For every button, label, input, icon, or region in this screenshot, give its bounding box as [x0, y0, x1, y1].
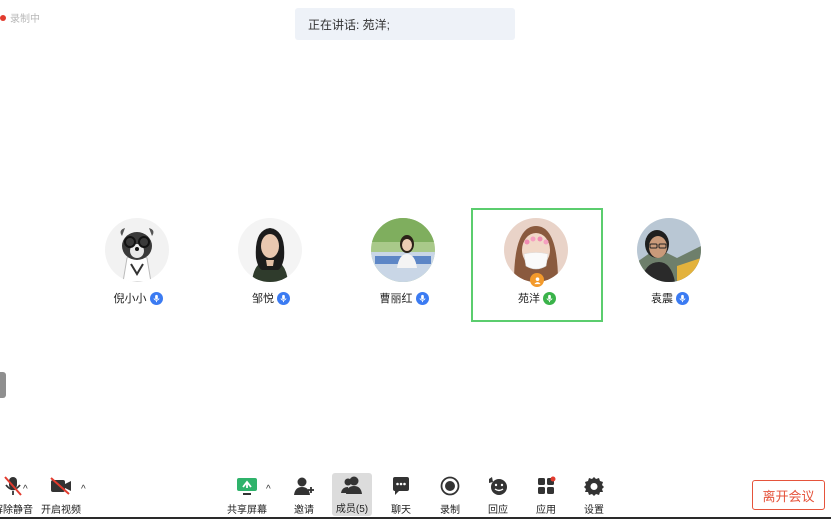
start-video-button[interactable]: 开启视频 — [41, 474, 81, 516]
side-panel-handle[interactable] — [0, 372, 6, 398]
participant-name: 倪小小 — [113, 293, 147, 305]
chat-label: 聊天 — [391, 505, 411, 516]
settings-label: 设置 — [584, 505, 604, 516]
avatar — [371, 218, 435, 282]
participant-name: 邹悦 — [252, 293, 274, 305]
mic-icon — [277, 291, 290, 305]
share-screen-label: 共享屏幕 — [227, 505, 267, 516]
apps-label: 应用 — [536, 505, 556, 516]
unmute-button[interactable]: 解除静音 — [0, 474, 36, 516]
record-icon — [440, 474, 460, 498]
host-icon — [530, 273, 544, 287]
apps-button[interactable]: 应用 — [531, 474, 561, 516]
record-button[interactable]: 录制 — [435, 474, 465, 516]
video-options-chevron-icon[interactable]: ^ — [81, 485, 86, 495]
participant-name-row: 倪小小 — [72, 290, 204, 306]
participant-tile[interactable]: 邹悦 — [205, 208, 337, 322]
invite-icon — [293, 474, 315, 498]
reaction-icon — [487, 474, 509, 498]
participant-name-row: 邹悦 — [205, 290, 337, 306]
leave-meeting-button[interactable]: 离开会议 — [752, 480, 825, 510]
share-screen-icon — [236, 474, 258, 498]
recording-dot-icon — [0, 14, 6, 21]
apps-icon — [536, 474, 556, 498]
invite-button[interactable]: 邀请 — [288, 474, 320, 516]
members-icon — [340, 473, 364, 497]
participant-name-row: 曹丽红 — [338, 290, 470, 306]
participant-name-row: 袁震 — [604, 290, 736, 306]
start-video-label: 开启视频 — [41, 505, 81, 516]
mic-icon — [149, 291, 163, 305]
chat-button[interactable]: 聊天 — [386, 474, 416, 516]
recording-label: 录制中 — [10, 14, 40, 25]
unmute-label: 解除静音 — [0, 505, 33, 516]
participant-name: 袁震 — [651, 293, 673, 305]
avatar — [637, 218, 701, 282]
record-label: 录制 — [440, 505, 460, 516]
participant-tile[interactable]: 袁震 — [604, 208, 736, 322]
participant-name-row: 苑洋 — [473, 290, 601, 306]
mic-muted-icon — [3, 474, 23, 498]
settings-button[interactable]: 设置 — [579, 474, 609, 516]
mic-icon — [676, 291, 689, 305]
avatar — [105, 218, 169, 282]
reactions-button[interactable]: 回应 — [483, 474, 513, 516]
video-off-icon — [49, 474, 73, 498]
speaking-banner: 正在讲话: 苑洋; — [295, 8, 515, 40]
mic-icon — [415, 291, 429, 305]
participant-name: 苑洋 — [518, 293, 540, 305]
meeting-toolbar: 解除静音 ^ 开启视频 ^ 共享屏幕 ^ 邀请 成员(5 — [0, 470, 831, 519]
avatar — [238, 218, 302, 282]
participant-tile-active[interactable]: 苑洋 — [471, 208, 603, 322]
participant-tile[interactable]: 曹丽红 — [338, 208, 470, 322]
members-label: 成员(5) — [335, 504, 369, 515]
recording-indicator: 录制中 — [0, 10, 40, 25]
gear-icon — [584, 474, 604, 498]
invite-label: 邀请 — [294, 505, 314, 516]
speaking-text: 正在讲话: 苑洋; — [308, 17, 391, 32]
members-button[interactable]: 成员(5) — [332, 473, 372, 516]
audio-options-chevron-icon[interactable]: ^ — [23, 485, 28, 495]
meeting-window: 录制中 正在讲话: 苑洋; 倪小小 邹悦 曹丽红 苑洋 袁震 除静音 ^ 开启视… — [0, 0, 831, 519]
share-screen-button[interactable]: 共享屏幕 — [227, 474, 267, 516]
share-options-chevron-icon[interactable]: ^ — [266, 485, 271, 495]
mic-active-icon — [543, 291, 556, 305]
reactions-label: 回应 — [488, 505, 508, 516]
participant-tile[interactable]: 倪小小 — [72, 208, 204, 322]
chat-icon — [391, 474, 411, 498]
participant-name: 曹丽红 — [379, 293, 413, 305]
